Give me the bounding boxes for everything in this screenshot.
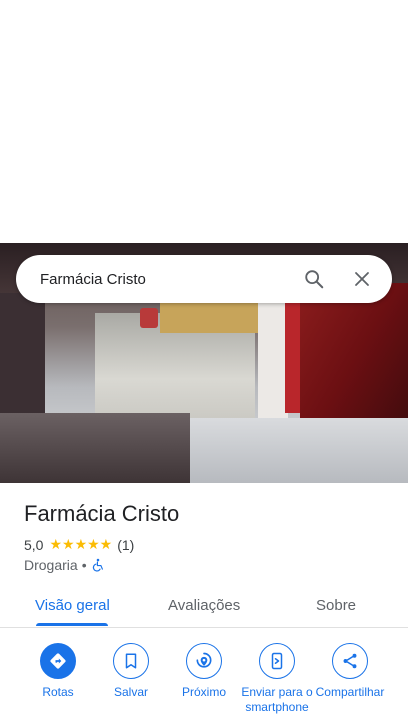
photo-counter: [0, 413, 190, 483]
place-sheet: Farmácia Cristo 5,0 ★★★★★ (1) Drogaria •…: [0, 483, 408, 726]
send-to-phone-button[interactable]: Enviar para o smartphone: [237, 643, 317, 715]
search-icon: [305, 270, 324, 289]
tab-bar: Visão geral Avaliações Sobre: [0, 585, 408, 628]
send-to-phone-label: Enviar para o smartphone: [241, 685, 313, 714]
nearby-button[interactable]: Próximo: [164, 643, 244, 700]
save-circle: [113, 643, 149, 679]
tab-sobre[interactable]: Sobre: [316, 597, 356, 614]
share-circle: [332, 643, 368, 679]
bookmark-icon: [125, 653, 137, 669]
tab-visao-geral[interactable]: Visão geral: [35, 597, 110, 614]
nearby-icon: [196, 652, 212, 668]
nearby-circle: [186, 643, 222, 679]
category-row: Drogaria •: [24, 557, 105, 573]
map-blank-area: [0, 0, 408, 243]
share-label: Compartilhar: [315, 685, 385, 699]
wheelchair-accessible-icon: [92, 558, 103, 572]
photo-left-wall: [0, 293, 45, 423]
photo-motorbike: [140, 308, 158, 328]
directions-circle: [40, 643, 76, 679]
search-button[interactable]: [290, 255, 338, 303]
directions-icon: [50, 653, 66, 669]
rating-row[interactable]: 5,0 ★★★★★ (1): [24, 536, 134, 553]
action-buttons-row: Rotas Salvar Próximo Enviar para o smart…: [0, 643, 408, 726]
place-title: Farmácia Cristo: [24, 501, 180, 526]
close-icon: [355, 272, 369, 286]
save-label: Salvar: [113, 685, 148, 699]
send-to-phone-icon: [271, 652, 283, 670]
send-to-phone-circle: [259, 643, 295, 679]
directions-button[interactable]: Rotas: [18, 643, 98, 700]
active-tab-indicator: [36, 623, 108, 626]
separator-dot: •: [81, 557, 87, 573]
nearby-label: Próximo: [181, 685, 226, 699]
share-icon: [343, 653, 357, 669]
review-count: (1): [117, 536, 135, 553]
photo-floor: [190, 418, 408, 483]
photo-pillar: [258, 298, 288, 418]
search-bar[interactable]: Farmácia Cristo: [16, 255, 392, 303]
rating-value: 5,0: [24, 536, 44, 553]
star-rating-icon: ★★★★★: [49, 536, 113, 552]
tab-avaliacoes[interactable]: Avaliações: [168, 597, 240, 614]
share-button[interactable]: Compartilhar: [310, 643, 390, 700]
photo-building: [160, 303, 270, 333]
clear-search-button[interactable]: [338, 255, 386, 303]
directions-label: Rotas: [42, 685, 74, 699]
save-button[interactable]: Salvar: [91, 643, 171, 700]
place-category: Drogaria: [24, 557, 78, 573]
search-input[interactable]: Farmácia Cristo: [40, 271, 290, 288]
